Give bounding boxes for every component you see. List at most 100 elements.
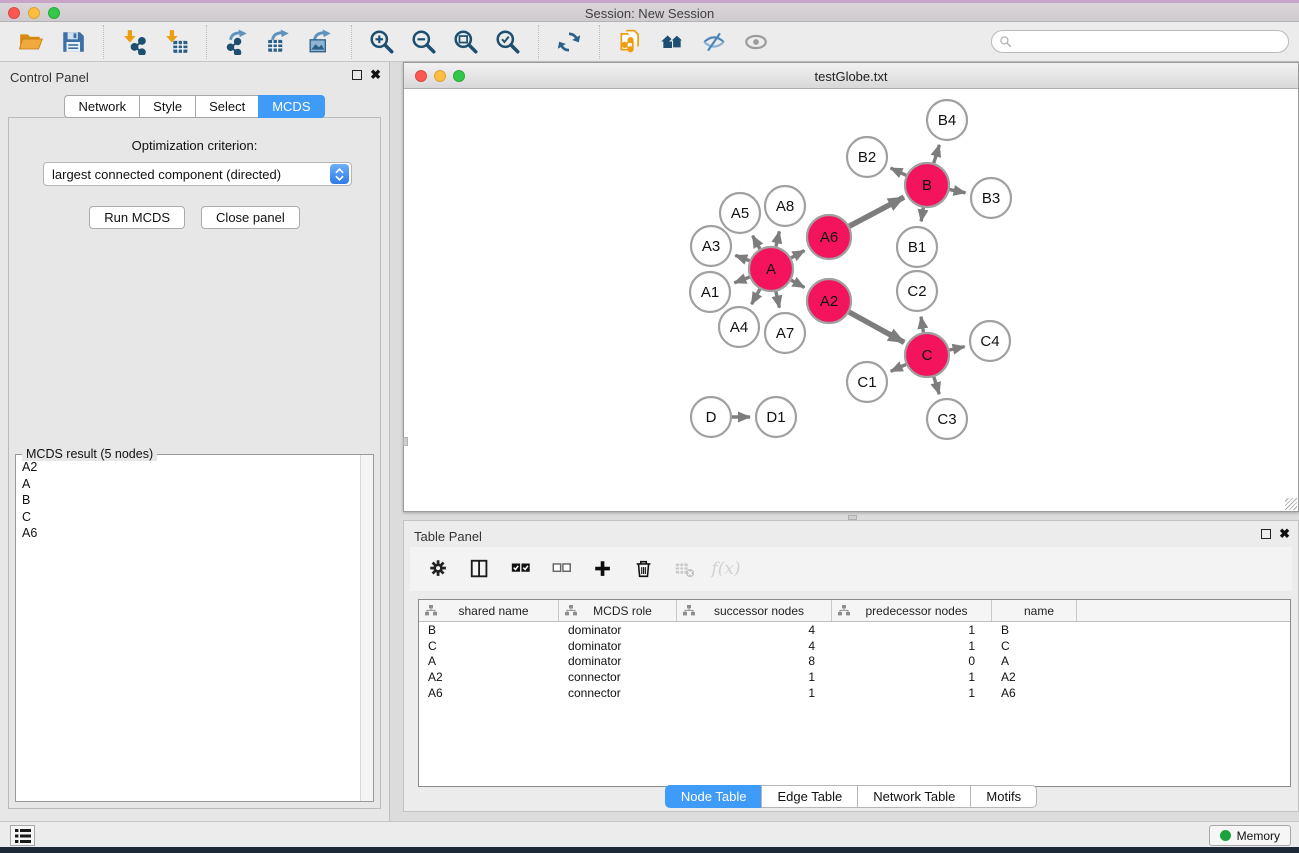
graph-node-A4[interactable]: A4: [719, 307, 759, 347]
edge-A-A8[interactable]: [776, 231, 779, 246]
window-resize-handle[interactable]: [1285, 498, 1297, 510]
edge-A-A4[interactable]: [752, 289, 760, 304]
node-table[interactable]: shared nameMCDS rolesuccessor nodesprede…: [418, 599, 1291, 787]
delete-column-button[interactable]: [627, 554, 661, 584]
column-header-name[interactable]: name: [992, 600, 1077, 621]
close-table-panel-icon[interactable]: ✖: [1279, 529, 1290, 539]
edge-A6-B[interactable]: [849, 197, 904, 226]
mcds-result-item[interactable]: B: [17, 492, 359, 509]
edge-C-C4[interactable]: [949, 347, 964, 350]
edge-B-B3[interactable]: [950, 190, 966, 193]
create-column-button[interactable]: [586, 554, 620, 584]
graph-node-A3[interactable]: A3: [691, 226, 731, 266]
graph-node-D[interactable]: D: [691, 397, 731, 437]
open-session-button[interactable]: [15, 26, 47, 58]
left-resize-grip[interactable]: [403, 437, 408, 446]
close-panel-button[interactable]: Close panel: [201, 206, 300, 229]
graph-node-C2[interactable]: C2: [897, 271, 937, 311]
tab-style[interactable]: Style: [139, 95, 195, 118]
mcds-result-item[interactable]: A6: [17, 525, 359, 542]
graph-node-A5[interactable]: A5: [720, 193, 760, 233]
export-network-button[interactable]: [221, 26, 253, 58]
run-mcds-button[interactable]: Run MCDS: [89, 206, 185, 229]
edge-B-B2[interactable]: [891, 168, 907, 175]
zoom-in-button[interactable]: [366, 26, 398, 58]
table-row-A[interactable]: Adominator80A: [419, 654, 1290, 670]
tab-network-table[interactable]: Network Table: [857, 785, 970, 808]
tab-mcds[interactable]: MCDS: [258, 95, 324, 118]
graph-node-B4[interactable]: B4: [927, 100, 967, 140]
unselect-all-columns-button[interactable]: [545, 554, 579, 584]
column-header-predecessor-nodes[interactable]: predecessor nodes: [832, 600, 992, 621]
export-table-button[interactable]: [263, 26, 295, 58]
graph-node-C3[interactable]: C3: [927, 399, 967, 439]
zoom-out-button[interactable]: [408, 26, 440, 58]
graph-node-A6[interactable]: A6: [807, 215, 851, 259]
edge-A-A3[interactable]: [735, 255, 749, 260]
save-session-button[interactable]: [57, 26, 89, 58]
zoom-selected-button[interactable]: [492, 26, 524, 58]
result-scrollbar[interactable]: [360, 455, 373, 801]
graph-node-B3[interactable]: B3: [971, 178, 1011, 218]
mcds-result-item[interactable]: A2: [17, 459, 359, 476]
first-neighbors-button[interactable]: [614, 26, 646, 58]
column-header-shared-name[interactable]: shared name: [419, 600, 559, 621]
show-columns-button[interactable]: [463, 554, 497, 584]
graph-node-C1[interactable]: C1: [847, 362, 887, 402]
network-window-titlebar[interactable]: testGlobe.txt: [404, 63, 1298, 89]
graph-node-A7[interactable]: A7: [765, 313, 805, 353]
hide-graphics-details-button[interactable]: [698, 26, 730, 58]
edge-C-C3[interactable]: [934, 377, 939, 394]
column-header-MCDS-role[interactable]: MCDS role: [559, 600, 677, 621]
column-header-successor-nodes[interactable]: successor nodes: [677, 600, 832, 621]
edge-B-B1[interactable]: [921, 208, 923, 222]
graph-node-A1[interactable]: A1: [690, 272, 730, 312]
select-all-columns-button[interactable]: [504, 554, 538, 584]
float-table-panel-icon[interactable]: [1261, 529, 1271, 539]
search-input[interactable]: [1012, 35, 1288, 49]
home-network-button[interactable]: [656, 26, 688, 58]
edge-A-A5[interactable]: [753, 236, 760, 249]
table-row-B[interactable]: Bdominator41B: [419, 622, 1290, 638]
graph-node-A[interactable]: A: [749, 247, 793, 291]
tab-network[interactable]: Network: [64, 95, 139, 118]
graph-node-A2[interactable]: A2: [807, 279, 851, 323]
table-settings-button[interactable]: [422, 554, 456, 584]
edge-A-A7[interactable]: [776, 291, 780, 307]
edge-B-B4[interactable]: [934, 145, 940, 163]
tab-node-table[interactable]: Node Table: [665, 785, 762, 808]
graph-node-B2[interactable]: B2: [847, 137, 887, 177]
graph-node-C[interactable]: C: [905, 333, 949, 377]
graph-node-B[interactable]: B: [905, 163, 949, 207]
refresh-layout-button[interactable]: [553, 26, 585, 58]
table-row-A6[interactable]: A6connector11A6: [419, 685, 1290, 701]
optimization-criterion-select[interactable]: largest connected component (directed): [43, 162, 352, 186]
import-network-button[interactable]: [118, 26, 150, 58]
export-image-button[interactable]: [305, 26, 337, 58]
float-panel-icon[interactable]: [352, 70, 362, 80]
import-table-button[interactable]: [160, 26, 192, 58]
edge-C-C2[interactable]: [921, 317, 923, 333]
edge-C-C1[interactable]: [891, 364, 906, 371]
network-canvas[interactable]: A A1 A2 A3 A4 A5 A6 A7 A8 B B1 B2 B3B4 C C1 C2 C3C4 D D1: [404, 89, 1298, 511]
edge-A-A1[interactable]: [734, 277, 749, 283]
tab-motifs[interactable]: Motifs: [970, 785, 1037, 808]
mcds-result-list[interactable]: A2ABCA6: [17, 459, 359, 800]
edge-A2-C[interactable]: [849, 312, 904, 342]
table-row-C[interactable]: Cdominator41C: [419, 638, 1290, 654]
table-row-A2[interactable]: A2connector11A2: [419, 669, 1290, 685]
memory-button[interactable]: Memory: [1209, 825, 1291, 846]
edge-A-A6[interactable]: [791, 251, 804, 258]
task-history-button[interactable]: [10, 825, 35, 846]
search-field[interactable]: [991, 30, 1289, 53]
tab-edge-table[interactable]: Edge Table: [761, 785, 857, 808]
graph-node-D1[interactable]: D1: [756, 397, 796, 437]
mcds-result-item[interactable]: A: [17, 476, 359, 493]
graph-node-A8[interactable]: A8: [765, 186, 805, 226]
mcds-result-item[interactable]: C: [17, 509, 359, 526]
graph-node-C4[interactable]: C4: [970, 321, 1010, 361]
edge-A-A2[interactable]: [791, 280, 804, 287]
tab-select[interactable]: Select: [195, 95, 258, 118]
graph-node-B1[interactable]: B1: [897, 227, 937, 267]
show-graphics-details-button[interactable]: [740, 26, 772, 58]
